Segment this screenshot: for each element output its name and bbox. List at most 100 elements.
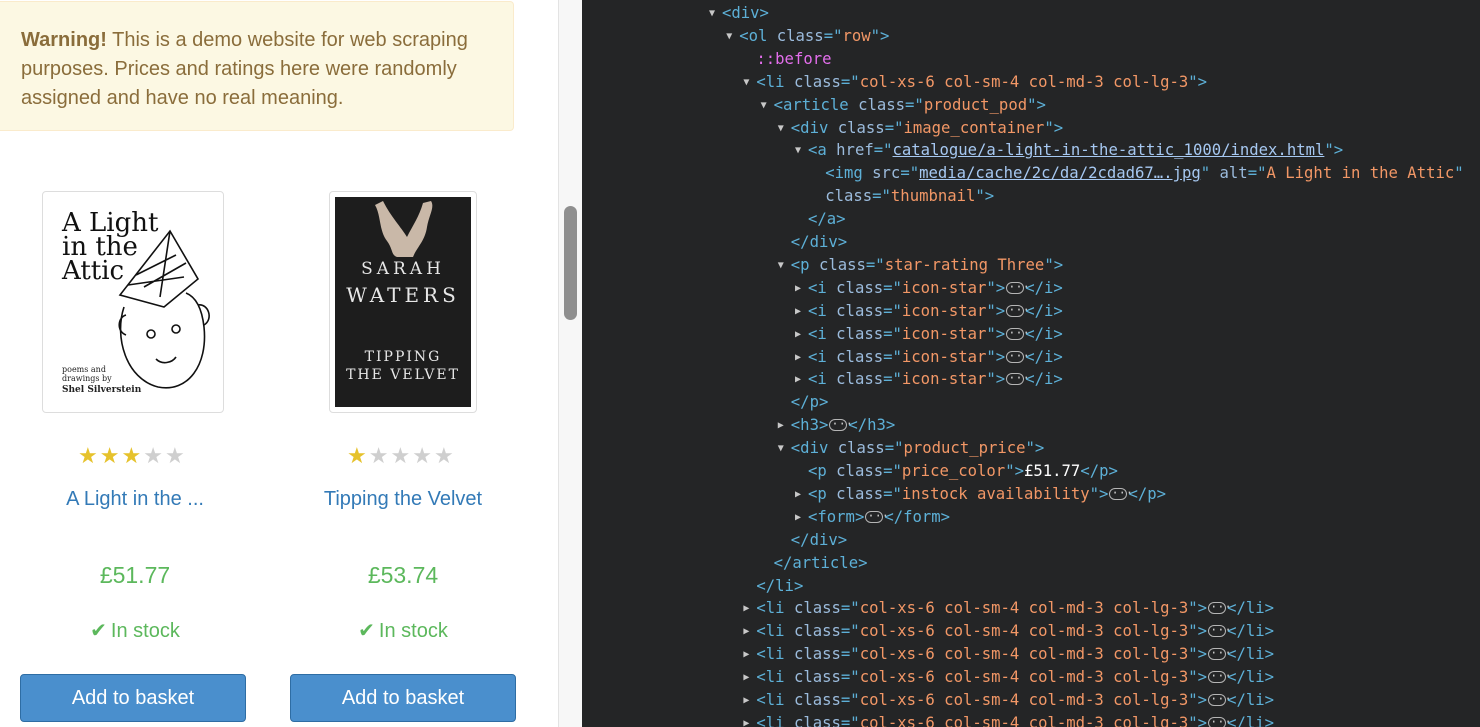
product-title-link[interactable]: Tipping the Velvet bbox=[268, 488, 538, 511]
markup-attr: class bbox=[793, 72, 841, 91]
dom-node-markup: <li class="col-xs-6 col-sm-4 col-md-3 co… bbox=[756, 71, 1207, 94]
dom-node-markup: <i class="icon-star"> </i> bbox=[808, 276, 1063, 300]
collapsed-triangle-icon[interactable]: ▶ bbox=[795, 277, 807, 300]
dom-tree-node[interactable]: ▶<i class="icon-star"> </i> bbox=[582, 345, 1480, 369]
dom-tree-node[interactable]: ▼ <article class="product_pod"> bbox=[582, 94, 1480, 117]
dom-tree-node[interactable]: ▶ <li class="col-xs-6 col-sm-4 col-md-3 c… bbox=[582, 619, 1480, 643]
collapsed-triangle-icon[interactable]: ▶ bbox=[743, 643, 755, 666]
dom-tree-node[interactable]: ▼ <div class="product_price"> bbox=[582, 437, 1480, 460]
markup-attr: class bbox=[793, 599, 841, 618]
expanded-triangle-icon[interactable]: ▼ bbox=[743, 71, 755, 94]
markup-tag: =" bbox=[884, 118, 904, 137]
ellipsis-icon[interactable] bbox=[1208, 688, 1232, 711]
availability-label: In stock bbox=[378, 620, 448, 642]
collapsed-triangle-icon[interactable]: ▶ bbox=[795, 323, 807, 346]
markup-val: col-xs-6 col-sm-4 col-md-3 col-lg-3 bbox=[859, 599, 1189, 618]
dom-tree-node[interactable]: ::before bbox=[582, 48, 1480, 71]
dom-node-markup: <ol class="row"> bbox=[739, 25, 889, 48]
collapsed-triangle-icon[interactable]: ▶ bbox=[795, 368, 807, 391]
markup-attr: class bbox=[793, 713, 841, 727]
markup-tag: =" bbox=[840, 713, 860, 727]
dom-tree-node[interactable]: ▶ <li class="col-xs-6 col-sm-4 col-md-3 c… bbox=[582, 711, 1480, 727]
dom-tree-node[interactable]: <p class="price_color">£51.77</p> bbox=[582, 460, 1480, 483]
dom-tree-node[interactable]: ▼ <div> bbox=[582, 2, 1480, 25]
ellipsis-icon[interactable] bbox=[1006, 299, 1030, 322]
book-cover-image: SARAH WATERS TIPPING THE VELVET bbox=[335, 197, 471, 407]
ellipsis-icon[interactable] bbox=[1208, 711, 1232, 727]
dom-tree-node[interactable]: ▼ <ol class="row"> bbox=[582, 25, 1480, 48]
ellipsis-icon[interactable] bbox=[1006, 367, 1030, 390]
expanded-triangle-icon[interactable]: ▼ bbox=[726, 25, 738, 48]
collapsed-triangle-icon[interactable]: ▶ bbox=[743, 597, 755, 620]
dom-tree-node[interactable]: </article> bbox=[582, 552, 1480, 575]
dom-tree-node[interactable]: </div> bbox=[582, 529, 1480, 552]
dom-tree-node[interactable]: ▶<i class="icon-star"> </i> bbox=[582, 322, 1480, 346]
dom-tree-node[interactable]: class="thumbnail"> bbox=[582, 185, 1480, 208]
markup-val: A Light in the Attic bbox=[1266, 164, 1455, 183]
expanded-triangle-icon[interactable]: ▼ bbox=[795, 139, 807, 162]
expanded-triangle-icon[interactable]: ▼ bbox=[761, 94, 773, 117]
dom-tree-node[interactable]: ▼ <p class="star-rating Three"> bbox=[582, 254, 1480, 277]
star-rating: ★★★★★ bbox=[78, 445, 187, 467]
dom-tree-node[interactable]: ▶ <li class="col-xs-6 col-sm-4 col-md-3 c… bbox=[582, 665, 1480, 689]
collapsed-triangle-icon[interactable]: ▶ bbox=[795, 506, 807, 529]
ellipsis-icon[interactable] bbox=[1208, 619, 1232, 642]
dom-tree-node[interactable]: ▼ <a href="catalogue/a-light-in-the-attic… bbox=[582, 139, 1480, 162]
dom-tree-node[interactable]: </a> bbox=[582, 208, 1480, 231]
ellipsis-icon[interactable] bbox=[1006, 276, 1030, 299]
dom-tree-node[interactable]: ▶<h3> </h3> bbox=[582, 413, 1480, 437]
markup-tag: =" bbox=[905, 95, 924, 114]
dom-tree-node[interactable]: ▼ <div class="image_container"> bbox=[582, 117, 1480, 140]
scrollbar-thumb[interactable] bbox=[564, 206, 577, 320]
markup-val: image_container bbox=[903, 118, 1045, 137]
product-thumbnail[interactable]: SARAH WATERS TIPPING THE VELVET bbox=[329, 191, 477, 413]
ellipsis-icon[interactable] bbox=[1006, 322, 1030, 345]
ellipsis-icon[interactable] bbox=[1109, 482, 1133, 505]
markup-lnk[interactable]: catalogue/a-light-in-the-attic_1000/inde… bbox=[893, 141, 1325, 159]
collapsed-triangle-icon[interactable]: ▶ bbox=[795, 346, 807, 369]
collapsed-triangle-icon[interactable]: ▶ bbox=[743, 666, 755, 689]
collapsed-triangle-icon[interactable]: ▶ bbox=[778, 414, 790, 437]
dom-tree-node[interactable]: ▶ <li class="col-xs-6 col-sm-4 col-md-3 c… bbox=[582, 642, 1480, 666]
ellipsis-icon[interactable] bbox=[865, 505, 889, 528]
dom-node-markup: <li class="col-xs-6 col-sm-4 col-md-3 co… bbox=[756, 596, 1274, 620]
dom-tree-node[interactable]: </li> bbox=[582, 575, 1480, 598]
markup-val: thumbnail bbox=[890, 187, 976, 206]
collapsed-triangle-icon[interactable]: ▶ bbox=[743, 620, 755, 643]
collapsed-triangle-icon[interactable]: ▶ bbox=[795, 483, 807, 506]
markup-val: price_color bbox=[901, 462, 1006, 480]
dom-tree-node[interactable]: ▶<i class="icon-star"> </i> bbox=[582, 276, 1480, 300]
ellipsis-icon[interactable] bbox=[1208, 596, 1232, 619]
markup-lnk[interactable]: media/cache/2c/da/2cdad67….jpg bbox=[919, 164, 1201, 182]
dom-tree-node[interactable]: </p> bbox=[582, 391, 1480, 414]
page-scrollbar[interactable] bbox=[558, 0, 582, 727]
dom-node-markup: <p class="instock availability"> </p> bbox=[808, 482, 1166, 506]
dom-tree-node[interactable]: ▶ <li class="col-xs-6 col-sm-4 col-md-3 c… bbox=[582, 688, 1480, 712]
collapsed-triangle-icon[interactable]: ▶ bbox=[743, 712, 755, 727]
dom-tree-node[interactable]: ▶<form> </form> bbox=[582, 505, 1480, 529]
collapsed-triangle-icon[interactable]: ▶ bbox=[795, 300, 807, 323]
dom-tree-node[interactable]: </div> bbox=[582, 231, 1480, 254]
product-thumbnail[interactable]: A Light in the Attic poems and drawings … bbox=[42, 191, 224, 413]
expanded-triangle-icon[interactable]: ▼ bbox=[778, 117, 790, 140]
ellipsis-icon[interactable] bbox=[829, 413, 853, 436]
dom-node-markup: <li class="col-xs-6 col-sm-4 col-md-3 co… bbox=[756, 711, 1274, 727]
ellipsis-icon[interactable] bbox=[1006, 345, 1030, 368]
expanded-triangle-icon[interactable]: ▼ bbox=[778, 437, 790, 460]
dom-tree-node[interactable]: ▶ <li class="col-xs-6 col-sm-4 col-md-3 c… bbox=[582, 596, 1480, 620]
collapsed-triangle-icon[interactable]: ▶ bbox=[743, 689, 755, 712]
dom-tree-node[interactable]: ▶<i class="icon-star"> </i> bbox=[582, 299, 1480, 323]
product-title-link[interactable]: A Light in the ... bbox=[0, 488, 270, 511]
add-to-basket-button[interactable]: Add to basket bbox=[20, 674, 246, 722]
dom-tree-node[interactable]: ▼ <li class="col-xs-6 col-sm-4 col-md-3 c… bbox=[582, 71, 1480, 94]
dom-tree-node[interactable]: <img src="media/cache/2c/da/2cdad67….jpg… bbox=[582, 162, 1480, 185]
add-to-basket-button[interactable]: Add to basket bbox=[290, 674, 516, 722]
ellipsis-icon[interactable] bbox=[1208, 642, 1232, 665]
expanded-triangle-icon[interactable]: ▼ bbox=[709, 2, 721, 25]
dom-tree-node[interactable]: ▶<p class="instock availability"> </p> bbox=[582, 482, 1480, 506]
markup-tag: "> bbox=[1044, 255, 1064, 274]
star-icon: ★ bbox=[347, 443, 369, 468]
ellipsis-icon[interactable] bbox=[1208, 665, 1232, 688]
dom-tree-node[interactable]: ▶<i class="icon-star"> </i> bbox=[582, 367, 1480, 391]
expanded-triangle-icon[interactable]: ▼ bbox=[778, 254, 790, 277]
